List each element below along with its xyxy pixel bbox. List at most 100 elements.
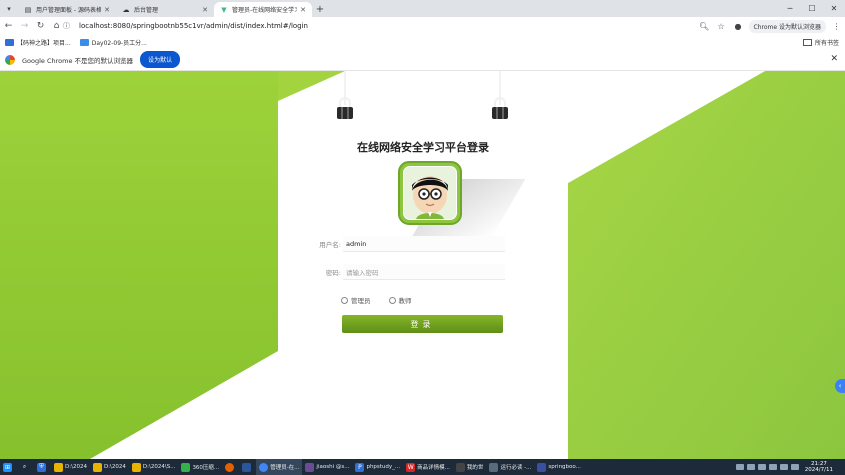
shield-icon: ⛨	[37, 462, 46, 472]
all-bookmarks[interactable]: 所有书签	[802, 38, 839, 47]
chrome-icon	[259, 462, 269, 472]
tray-icon[interactable]	[768, 464, 777, 470]
database-icon	[305, 462, 315, 472]
username-row: 用户名: admin	[308, 236, 538, 252]
document-icon: ▤	[24, 5, 32, 14]
system-tray: 21:27 2024/7/11	[733, 459, 833, 475]
maximize-icon[interactable]: ☐	[801, 0, 823, 17]
taskbar-app[interactable]: 我的世	[453, 459, 487, 475]
bookmarks-bar: 【码神之路】项目... Day02-09-员工分... 所有书签	[0, 35, 845, 49]
folder-icon	[5, 38, 14, 46]
menu-icon[interactable]: ⋮	[828, 22, 845, 31]
taskbar-app-label: D:\2024\S...	[142, 464, 176, 470]
default-browser-chip[interactable]: Chrome 设为默认浏览器	[748, 19, 826, 33]
avatar-image	[398, 161, 462, 225]
tab-1[interactable]: ☁ 后台管理 ✕	[116, 2, 214, 17]
tray-icon[interactable]	[746, 464, 755, 470]
taskbar-app[interactable]: D:\2024	[51, 459, 90, 475]
taskbar-app-label: 商品详情模...	[417, 465, 450, 471]
address-bar[interactable]: ⓘ localhost:8080/springbootnb55c1vr/admi…	[63, 19, 713, 33]
set-default-button[interactable]: 设为默认	[140, 51, 181, 68]
taskbar-app[interactable]: 360压缩...	[178, 459, 222, 475]
bookmark-star-icon[interactable]: ☆	[713, 22, 730, 31]
system-clock[interactable]: 21:27 2024/7/11	[805, 461, 833, 473]
close-icon[interactable]: ✕	[202, 6, 208, 14]
close-window-icon[interactable]: ✕	[823, 0, 845, 17]
side-expand-button[interactable]: ‹	[835, 379, 845, 393]
radio-circle-icon[interactable]	[341, 296, 348, 304]
role-label: 教师	[398, 297, 412, 305]
back-icon[interactable]: ←	[1, 19, 16, 34]
taskbar-app[interactable]: D:\2024	[90, 459, 129, 475]
tray-icon[interactable]	[757, 464, 766, 470]
cloud-icon: ☁	[122, 5, 130, 14]
taskbar-search[interactable]: ⌕	[17, 459, 34, 475]
window-controls: ─ ☐ ✕	[779, 0, 845, 17]
password-input[interactable]: 请输入密码	[343, 264, 505, 280]
taskbar-app[interactable]: D:\2024\S...	[129, 459, 179, 475]
site-info-icon[interactable]: ⓘ	[63, 21, 73, 31]
taskbar-app[interactable]: Pphpstudy_...	[352, 459, 403, 475]
tab-2[interactable]: ▼ 管理员-在线网络安全学习平台 ✕	[214, 2, 312, 17]
taskbar-app-label: springboo...	[548, 464, 581, 470]
tab-0[interactable]: ▤ 用户管理面板 - 源码表格 javaf ✕	[18, 2, 116, 17]
folder-icon	[79, 38, 89, 46]
taskbar-app-label: D:\2024	[65, 464, 87, 470]
taskbar-app-active[interactable]: 管理员-在...	[256, 459, 303, 475]
username-label: 用户名:	[319, 241, 341, 249]
firefox-icon	[225, 462, 235, 472]
taskbar: ⊞ ⌕ ⛨ D:\2024 D:\2024 D:\2024\S... 360压缩…	[0, 459, 845, 475]
ide-icon	[537, 462, 547, 472]
radio-circle-icon[interactable]	[388, 296, 396, 304]
taskbar-app[interactable]: W 商品详情模...	[403, 459, 453, 475]
bookmark-label: Day02-09-员工分...	[91, 39, 147, 47]
taskbar-app[interactable]: 运行必读 -...	[486, 459, 534, 475]
taskbar-app[interactable]	[239, 459, 256, 475]
role-selector: 管理员 教师	[341, 295, 430, 305]
close-icon[interactable]: ✕	[830, 54, 838, 64]
taskbar-security[interactable]: ⛨	[34, 459, 51, 475]
taskbar-app[interactable]: jiaoshi @s...	[302, 459, 352, 475]
taskbar-app-label: 运行必读 -...	[500, 465, 532, 471]
bookmark-item[interactable]: Day02-09-员工分...	[79, 38, 147, 47]
php-icon: P	[355, 462, 365, 472]
taskbar-app[interactable]	[222, 459, 239, 475]
role-admin-radio[interactable]: 管理员	[341, 295, 371, 305]
taskbar-app[interactable]: springboo...	[534, 459, 584, 475]
profile-icon[interactable]: ●	[730, 22, 747, 31]
start-button[interactable]: ⊞	[0, 459, 17, 475]
close-icon[interactable]: ✕	[104, 6, 110, 14]
zoom-icon[interactable]: 🔍︎	[696, 22, 713, 31]
archive-icon	[181, 462, 191, 472]
avatar	[398, 161, 526, 239]
network-icon[interactable]	[779, 464, 788, 470]
login-button[interactable]: 登录	[342, 315, 503, 333]
chrome-logo-icon	[5, 54, 15, 65]
username-input[interactable]: admin	[343, 236, 505, 252]
taskbar-app-label: 管理员-在...	[270, 465, 300, 471]
role-teacher-radio[interactable]: 教师	[388, 295, 412, 305]
close-icon[interactable]: ✕	[300, 6, 306, 14]
minimize-icon[interactable]: ─	[779, 0, 801, 17]
infobar-message: Google Chrome 不是您的默认浏览器	[22, 56, 134, 65]
volume-icon[interactable]	[790, 464, 799, 470]
folder-icon	[92, 462, 102, 472]
folder-icon	[54, 462, 63, 472]
vue-icon: ▼	[221, 5, 227, 14]
tab-search-icon[interactable]: ▾	[0, 0, 18, 17]
default-browser-infobar: Google Chrome 不是您的默认浏览器 设为默认 ✕	[0, 49, 845, 71]
new-tab-button[interactable]: +	[312, 2, 328, 17]
folder-icon	[131, 462, 141, 472]
tab-title: 管理员-在线网络安全学习平台	[232, 7, 297, 14]
tab-strip: ▾ ▤ 用户管理面板 - 源码表格 javaf ✕ ☁ 后台管理 ✕ ▼ 管理员…	[0, 0, 845, 17]
browser-toolbar: ← → ↻ ⌂ ⓘ localhost:8080/springbootnb55c…	[0, 17, 845, 35]
search-icon: ⌕	[22, 463, 27, 470]
password-row: 密码: 请输入密码	[308, 264, 538, 280]
reload-icon[interactable]: ↻	[33, 19, 48, 34]
bookmark-item[interactable]: 【码神之路】项目...	[5, 38, 71, 47]
forward-icon[interactable]: →	[17, 19, 32, 34]
notepad-icon	[489, 462, 499, 472]
clock-date: 2024/7/11	[804, 467, 833, 473]
tray-icon[interactable]	[735, 464, 744, 470]
home-icon[interactable]: ⌂	[49, 19, 64, 34]
